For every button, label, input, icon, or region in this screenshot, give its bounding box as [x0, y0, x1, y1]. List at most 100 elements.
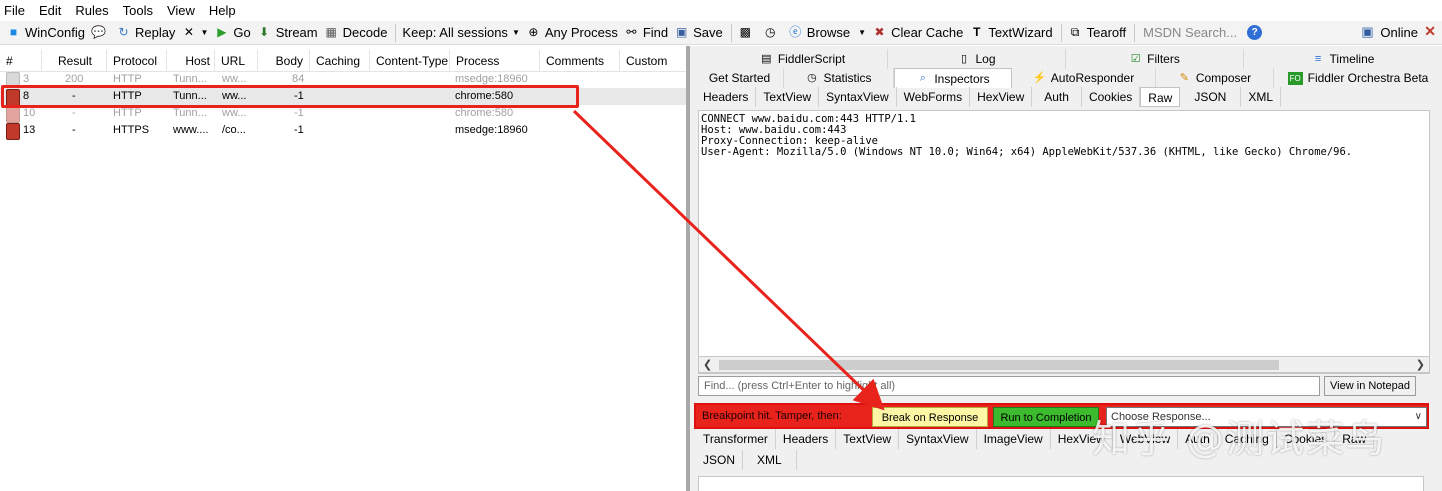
req-tab-raw[interactable]: Raw — [1140, 87, 1181, 107]
msdn-search-input[interactable]: MSDN Search... — [1143, 25, 1241, 40]
view-in-notepad-button[interactable]: View in Notepad — [1324, 376, 1416, 396]
help-icon: ? — [1247, 25, 1263, 40]
toolbar-divider — [1060, 23, 1062, 42]
req-tab-auth[interactable]: Auth — [1032, 87, 1082, 107]
any-process-button[interactable]: ⊕ Any Process — [526, 25, 618, 40]
col-number[interactable]: # — [0, 49, 42, 72]
col-custom[interactable]: Custom — [620, 50, 686, 72]
col-comments[interactable]: Comments — [540, 49, 620, 72]
composer-icon: ✎ — [1179, 71, 1189, 84]
save-button[interactable]: ▣ Save — [674, 25, 723, 40]
windows-icon: ■ — [9, 25, 18, 39]
horizontal-scrollbar[interactable]: ❮ ❯ — [698, 356, 1430, 373]
res-tab-xml[interactable]: XML — [743, 450, 797, 470]
timer-button[interactable]: ◷ — [763, 25, 782, 40]
decode-button[interactable]: ▦ Decode — [324, 25, 387, 40]
second-tab-row: Get Started ◷ Statistics ⌕ Inspectors ⚡ Aut… — [690, 68, 1442, 88]
response-body[interactable] — [698, 476, 1424, 491]
menu-edit[interactable]: Edit — [39, 3, 61, 18]
req-tab-syntaxview[interactable]: SyntaxView — [819, 87, 897, 107]
col-url[interactable]: URL — [215, 49, 258, 72]
tearoff-icon: ⧉ — [1070, 25, 1080, 39]
computer-icon: ▣ — [1361, 24, 1374, 39]
res-tab-headers[interactable]: Headers — [776, 429, 837, 449]
col-result[interactable]: Result — [42, 49, 107, 72]
col-caching[interactable]: Caching — [310, 49, 370, 72]
chevron-down-icon: ▼ — [858, 28, 867, 37]
toolbar-divider — [730, 23, 732, 42]
comment-button[interactable]: 💬 — [91, 25, 110, 40]
req-tab-cookies[interactable]: Cookies — [1082, 87, 1141, 107]
browse-button[interactable]: ⓔ Browse ▼ — [788, 25, 866, 40]
res-tab-syntaxview[interactable]: SyntaxView — [899, 429, 977, 449]
close-icon: ✕ — [183, 25, 194, 39]
inspector-icon: ⌕ — [919, 72, 926, 84]
menu-file[interactable]: File — [4, 3, 25, 18]
res-tab-imageview[interactable]: ImageView — [977, 429, 1051, 449]
req-tab-json[interactable]: JSON — [1180, 87, 1242, 107]
scroll-right-icon[interactable]: ❯ — [1416, 357, 1425, 373]
req-tab-xml[interactable]: XML — [1241, 87, 1282, 107]
tearoff-button[interactable]: ⧉ Tearoff — [1068, 25, 1126, 40]
menu-help[interactable]: Help — [209, 3, 236, 18]
break-on-response-button[interactable]: Break on Response — [872, 407, 988, 427]
col-host[interactable]: Host — [167, 49, 215, 72]
keep-sessions-dropdown[interactable]: Keep: All sessions ▼ — [402, 25, 519, 40]
clear-cache-button[interactable]: ✖ Clear Cache — [872, 25, 964, 40]
tab-fiddler-orchestra[interactable]: FO Fiddler Orchestra Beta — [1274, 68, 1442, 88]
breakpoint-text: Breakpoint hit. Tamper, then: — [702, 410, 842, 422]
tab-log[interactable]: ▯ Log — [888, 49, 1066, 69]
req-tab-webforms[interactable]: WebForms — [897, 87, 971, 107]
scroll-thumb[interactable] — [719, 360, 1279, 370]
remove-button[interactable]: ✕ ▼ — [181, 25, 208, 40]
res-tab-json[interactable]: JSON — [696, 450, 744, 470]
table-row[interactable]: 13 - HTTPS www.... /co... -1 msedge:1896… — [0, 122, 686, 140]
binoculars-icon: ⚯ — [626, 25, 637, 39]
scroll-left-icon[interactable]: ❮ — [703, 357, 712, 373]
find-input[interactable]: Find... (press Ctrl+Enter to highlight a… — [698, 376, 1320, 396]
log-icon: ▯ — [960, 52, 968, 65]
stream-icon: ⬇ — [259, 25, 270, 39]
req-tab-hexview[interactable]: HexView — [970, 87, 1033, 107]
screenshot-button[interactable]: ▩ — [738, 25, 757, 40]
chevron-down-icon: ▼ — [511, 28, 520, 37]
chevron-down-icon: ∨ — [1414, 411, 1422, 422]
replay-button[interactable]: ↻ Replay — [116, 25, 175, 40]
menu-view[interactable]: View — [167, 3, 195, 18]
tab-get-started[interactable]: Get Started — [696, 68, 784, 88]
go-button[interactable]: ▶ Go — [214, 25, 250, 40]
find-button[interactable]: ⚯ Find — [624, 25, 668, 40]
tab-fiddlerscript[interactable]: ▤ FiddlerScript — [718, 49, 888, 69]
stream-button[interactable]: ⬇ Stream — [257, 25, 317, 40]
winconfig-button[interactable]: ■ WinConfig — [6, 25, 85, 40]
breakpoint-icon — [6, 106, 20, 123]
menu-rules[interactable]: Rules — [75, 3, 108, 18]
help-button[interactable]: ? — [1247, 25, 1266, 40]
tab-composer[interactable]: ✎ Composer — [1156, 68, 1274, 88]
res-tab-transformer[interactable]: Transformer — [696, 429, 776, 449]
close-icon[interactable]: ✕ — [1424, 23, 1436, 40]
col-content-type[interactable]: Content-Type — [370, 49, 450, 72]
textwizard-button[interactable]: T TextWizard — [969, 25, 1052, 40]
menu-tools[interactable]: Tools — [123, 3, 153, 18]
raw-request-content: CONNECT www.baidu.com:443 HTTP/1.1 Host:… — [701, 113, 1353, 158]
tab-inspectors[interactable]: ⌕ Inspectors — [894, 68, 1012, 88]
req-tab-textview[interactable]: TextView — [756, 87, 820, 107]
lightning-icon: ⚡ — [1032, 71, 1047, 84]
req-tab-headers[interactable]: Headers — [696, 87, 757, 107]
run-to-completion-button[interactable]: Run to Completion — [993, 407, 1099, 427]
script-icon: ▤ — [761, 52, 772, 65]
tab-statistics[interactable]: ◷ Statistics — [784, 68, 894, 88]
replay-icon: ↻ — [118, 25, 129, 39]
session-list: # Result Protocol Host URL Body Caching … — [0, 46, 686, 491]
tab-autoresponder[interactable]: ⚡ AutoResponder — [1012, 68, 1156, 88]
tab-filters[interactable]: ☑ Filters — [1066, 49, 1244, 69]
col-protocol[interactable]: Protocol — [107, 49, 167, 72]
tab-timeline[interactable]: ≡ Timeline — [1244, 49, 1442, 69]
res-tab-textview[interactable]: TextView — [836, 429, 900, 449]
fo-icon: FO — [1287, 71, 1303, 85]
raw-request-text[interactable]: CONNECT www.baidu.com:443 HTTP/1.1 Host:… — [698, 110, 1430, 374]
col-body[interactable]: Body — [258, 49, 310, 72]
crosshair-icon: ⊕ — [528, 25, 539, 39]
col-process[interactable]: Process — [450, 49, 540, 72]
